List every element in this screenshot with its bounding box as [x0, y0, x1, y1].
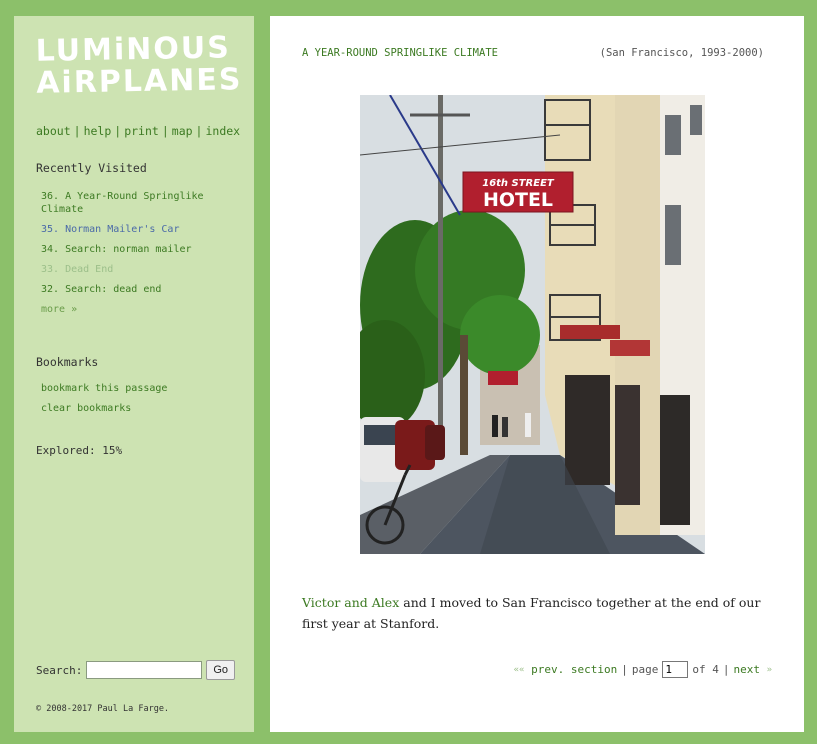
recent-item-36[interactable]: 36. A Year-Round Springlike Climate	[41, 190, 241, 216]
page-number-input[interactable]	[662, 661, 689, 678]
pager-separator: |	[722, 663, 730, 676]
street-photo: 16th STREET HOTEL	[360, 95, 705, 554]
hotel-sign-line-2: HOTEL	[483, 189, 553, 211]
search-input[interactable]	[86, 661, 203, 679]
recent-item-34[interactable]: 34. Search: norman mailer	[41, 243, 241, 256]
clear-bookmarks-link[interactable]: clear bookmarks	[41, 403, 167, 414]
search-form: Search: Go	[36, 660, 236, 680]
hotel-sign-line-1: 16th STREET	[482, 178, 555, 189]
recent-item-35[interactable]: 35. Norman Mailer's Car	[41, 223, 241, 236]
bookmarks-list: bookmark this passage clear bookmarks	[41, 383, 167, 423]
site-logo[interactable]: LUMiNOUS AiRPLANES	[35, 30, 243, 101]
recent-item-32[interactable]: 32. Search: dead end	[41, 283, 241, 296]
nav-separator: |	[73, 124, 81, 138]
recently-visited-heading: Recently Visited	[36, 161, 147, 175]
next-link[interactable]: next	[733, 663, 760, 676]
nav-separator: |	[161, 124, 169, 138]
main-content: A YEAR-ROUND SPRINGLIKE CLIMATE (San Fra…	[270, 16, 804, 732]
sidebar: LUMiNOUS AiRPLANES about | help | print | map |…	[14, 16, 254, 732]
bookmark-this-link[interactable]: bookmark this passage	[41, 383, 167, 394]
prev-arrow-icon: ««	[513, 664, 525, 675]
passage-text: Victor and Alex and I moved to San Franc…	[302, 592, 772, 634]
logo-line-2: AiRPLANES	[35, 62, 243, 101]
nav-map-link[interactable]: map	[172, 124, 193, 138]
next-arrow-icon: »	[766, 664, 772, 675]
search-label: Search:	[36, 663, 83, 677]
copyright: © 2008-2017 Paul La Farge.	[36, 704, 170, 714]
explored-status: Explored: 15%	[36, 444, 123, 457]
recent-more-link[interactable]: more »	[41, 303, 241, 316]
prev-section-link[interactable]: prev. section	[531, 663, 617, 676]
nav-links: about | help | print | map | index	[36, 124, 240, 138]
nav-print-link[interactable]: print	[124, 124, 159, 138]
pager: «« prev. section | page of 4 | next »	[514, 661, 772, 678]
victor-and-alex-link[interactable]: Victor and Alex	[302, 595, 399, 610]
search-go-button[interactable]: Go	[206, 660, 236, 680]
section-place-date: (San Francisco, 1993-2000)	[599, 47, 764, 59]
page-label: page	[631, 663, 659, 676]
bookmarks-heading: Bookmarks	[36, 355, 99, 369]
section-title: A YEAR-ROUND SPRINGLIKE CLIMATE	[302, 47, 498, 59]
nav-index-link[interactable]: index	[205, 124, 240, 138]
nav-separator: |	[114, 124, 122, 138]
recently-visited-list: 36. A Year-Round Springlike Climate 35. …	[41, 190, 241, 323]
nav-separator: |	[195, 124, 203, 138]
nav-about-link[interactable]: about	[36, 124, 71, 138]
page-frame: LUMiNOUS AiRPLANES about | help | print | map |…	[0, 0, 817, 744]
recent-item-33[interactable]: 33. Dead End	[41, 263, 241, 276]
nav-help-link[interactable]: help	[84, 124, 112, 138]
pager-separator: |	[621, 663, 628, 676]
page-count: of 4	[692, 663, 719, 676]
street-photo-image: 16th STREET HOTEL	[360, 95, 705, 554]
